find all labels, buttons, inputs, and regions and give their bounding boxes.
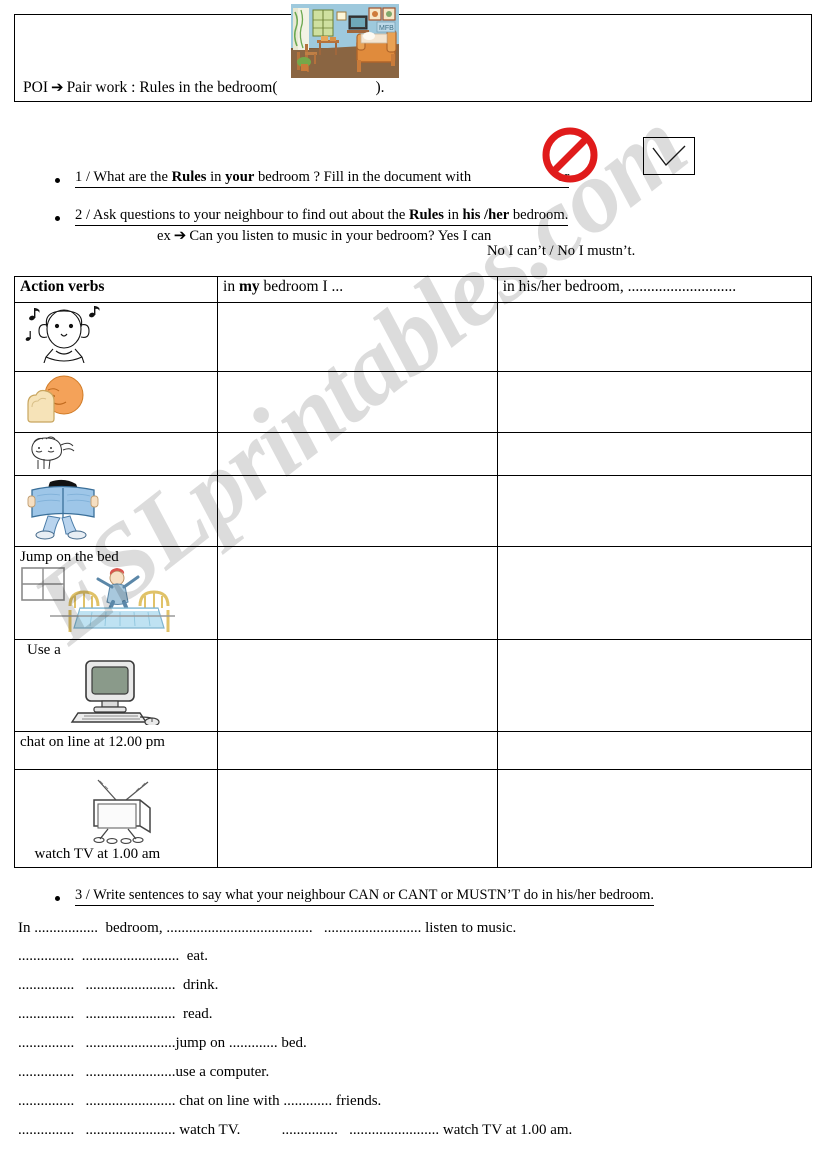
example-label: ex	[157, 228, 171, 244]
task-2-example-line: ex ➔ Can you listen to music in your bedro…	[157, 226, 491, 245]
table-row	[13, 371, 813, 433]
table-header-my-bedroom: in my bedroom I ...	[217, 276, 498, 303]
row-8-label: watch TV at 1.00 am	[34, 846, 161, 863]
task-1-part2: in	[206, 169, 226, 185]
sentence-line-5[interactable]: ............... ........................…	[18, 1035, 307, 1052]
task-2-example-answer-line: No I can’t / No I mustn’t.	[487, 243, 635, 260]
eat-bread-icon	[20, 374, 212, 426]
table-header-row: Action verbs in my bedroom I ... in his/…	[13, 276, 813, 303]
no-entry-sign-icon	[541, 126, 599, 184]
task-1-part1: 1 / What are the	[75, 169, 172, 185]
row-3-my-cell[interactable]	[217, 432, 498, 476]
task-2-bold-hisher: his /her	[462, 207, 510, 223]
sentence-line-1[interactable]: In ................. bedroom, ..........…	[18, 920, 516, 937]
task-2-bold-rules: Rules	[409, 207, 444, 223]
row-6-label: Use a	[27, 642, 61, 658]
row-7-hisher-cell[interactable]	[496, 731, 813, 770]
row-8-hisher-cell[interactable]	[496, 769, 813, 868]
table-row	[13, 432, 813, 476]
row-6-action-cell: Use a	[13, 639, 219, 732]
row-5-my-cell[interactable]	[217, 546, 498, 640]
task-1-bold-rules: Rules	[171, 169, 207, 185]
header-label-c: in his/her bedroom, ....................…	[502, 278, 737, 295]
bullet-icon	[55, 178, 60, 183]
row-1-my-cell[interactable]	[217, 302, 498, 372]
table-row: watch TV at 1.00 am	[13, 769, 813, 868]
header-title: Pair work : Rules in the bedroom(	[66, 79, 278, 96]
table-header-hisher-bedroom: in his/her bedroom, ....................…	[496, 276, 813, 303]
table-row: Jump on the bed	[13, 546, 813, 640]
example-answer: No I can’t / No I mustn’t.	[487, 243, 636, 259]
header-label-b2: bedroom I ...	[259, 278, 344, 295]
header-box: POI ➔ Pair work : Rules in the bedroom().	[14, 14, 812, 102]
task-2-part2: in	[443, 207, 463, 223]
table-row: Use a	[13, 639, 813, 732]
table-header-action-verbs: Action verbs	[13, 276, 219, 303]
row-2-action-cell	[13, 371, 219, 433]
row-1-action-cell	[13, 302, 219, 372]
table-row	[13, 302, 813, 372]
row-6-my-cell[interactable]	[217, 639, 498, 732]
row-8-my-cell[interactable]	[217, 769, 498, 868]
header-title-end: ).	[375, 79, 385, 96]
task-2-part3: bedroom.	[509, 207, 569, 223]
task-1-bold-your: your	[225, 169, 255, 185]
arrow-icon: ➔	[173, 226, 187, 244]
sentence-line-6[interactable]: ............... ........................…	[18, 1064, 269, 1081]
bullet-icon	[55, 216, 60, 221]
row-4-action-cell	[13, 475, 219, 547]
task-1-text: 1 / What are the Rules in your bedroom ?…	[75, 169, 570, 188]
jump-on-bed-icon	[20, 566, 212, 636]
row-5-label: Jump on the bed	[20, 549, 119, 565]
task-2-part1: 2 / Ask questions to your neighbour to f…	[75, 207, 410, 223]
row-6-hisher-cell[interactable]	[496, 639, 813, 732]
header-label-a: Action verbs	[20, 278, 105, 295]
row-2-my-cell[interactable]	[217, 371, 498, 433]
task-1-part3: bedroom ? Fill in the document with	[254, 169, 472, 185]
header-poi-label: POI	[23, 79, 48, 96]
sentence-line-4[interactable]: ............... ........................…	[18, 1006, 213, 1023]
computer-icon	[68, 659, 212, 726]
checkmark-box-icon	[643, 137, 695, 175]
svg-text:MFB: MFB	[379, 25, 394, 32]
row-7-my-cell[interactable]	[217, 731, 498, 770]
table-row	[13, 475, 813, 547]
sentence-line-7[interactable]: ............... ........................…	[18, 1093, 381, 1110]
arrow-icon: ➔	[50, 78, 64, 96]
row-7-action-cell: chat on line at 12.00 pm	[13, 731, 219, 770]
row-3-action-cell	[13, 432, 219, 476]
header-title-line: POI ➔ Pair work : Rules in the bedroom().	[23, 78, 385, 97]
rules-table: Action verbs in my bedroom I ... in his/…	[13, 276, 813, 868]
row-5-action-cell: Jump on the bed	[13, 546, 219, 640]
listen-to-music-icon	[20, 305, 212, 363]
worksheet-page: POI ➔ Pair work : Rules in the bedroom().	[0, 0, 826, 1169]
sentence-line-3[interactable]: ............... ........................…	[18, 977, 218, 994]
header-label-b1: in	[223, 278, 239, 295]
task-2-text: 2 / Ask questions to your neighbour to f…	[75, 207, 569, 226]
row-2-hisher-cell[interactable]	[496, 371, 813, 433]
sentence-line-8[interactable]: ............... ........................…	[18, 1122, 572, 1139]
row-5-hisher-cell[interactable]	[496, 546, 813, 640]
row-3-hisher-cell[interactable]	[496, 432, 813, 476]
television-icon	[76, 778, 212, 844]
bullet-icon	[55, 896, 60, 901]
row-4-hisher-cell[interactable]	[496, 475, 813, 547]
header-label-b-bold: my	[238, 278, 260, 295]
bedroom-clipart-icon: MFB	[291, 4, 399, 78]
read-book-icon	[20, 478, 212, 540]
task-3-text: 3 / Write sentences to say what your nei…	[75, 887, 654, 906]
row-8-action-cell: watch TV at 1.00 am	[13, 769, 219, 868]
row-1-hisher-cell[interactable]	[496, 302, 813, 372]
table-row: chat on line at 12.00 pm	[13, 731, 813, 770]
row-4-my-cell[interactable]	[217, 475, 498, 547]
sentence-line-2[interactable]: ............... ........................…	[18, 948, 208, 965]
drink-icon	[20, 435, 212, 471]
row-7-label: chat on line at 12.00 pm	[20, 734, 165, 750]
example-question: Can you listen to music in your bedroom?…	[189, 228, 492, 244]
